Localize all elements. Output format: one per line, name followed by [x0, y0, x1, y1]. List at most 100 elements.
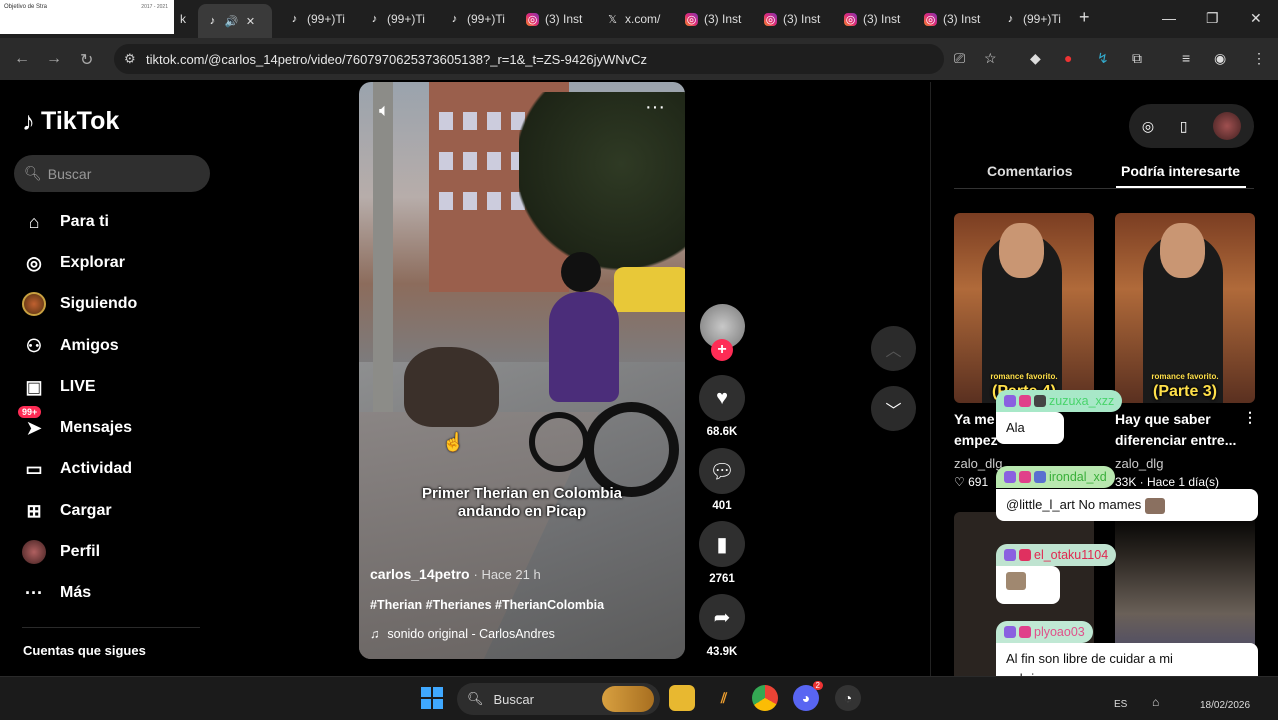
recommended-title[interactable]: Hay que saber diferenciar entre... [1115, 409, 1236, 451]
chat-username: irondal_xd [1049, 470, 1107, 484]
share-button[interactable]: ➦ [699, 594, 745, 640]
extension-icon[interactable]: ◆ [1030, 50, 1041, 67]
network-icon[interactable]: ⌂ [1152, 695, 1159, 709]
chat-message [996, 566, 1060, 604]
recommended-title[interactable]: Ya me empez [954, 409, 998, 451]
tab-x[interactable]: 𝕏x.com/ [598, 6, 674, 32]
comment-icon: 💬︎ [709, 460, 735, 483]
video-hashtags[interactable]: #Therian #Therianes #TherianColombia [370, 598, 604, 612]
comment-button[interactable]: 💬︎ [699, 448, 745, 494]
app-icon[interactable]: ⫽ [711, 685, 737, 711]
maximize-icon[interactable]: ❐ [1206, 10, 1219, 27]
search-input[interactable]: 🔍︎ Buscar [14, 155, 210, 192]
extension-red-icon[interactable]: ● [1064, 50, 1072, 66]
tab-label: (3) Inst [783, 12, 821, 26]
tiktok-logo[interactable]: ♪ TikTok [22, 106, 119, 137]
tab-instagram-4[interactable]: ◎ (3) Inst [836, 6, 912, 32]
save-button[interactable]: ▮ [699, 521, 745, 567]
browser-menu-icon[interactable]: ⋮ [1252, 50, 1266, 67]
share-count: 43.9K [706, 646, 738, 658]
tab-tiktok-1[interactable]: ♪ (99+)Ti [280, 6, 356, 32]
compass-icon[interactable]: ◎ [1142, 118, 1154, 135]
mobile-icon[interactable]: ▯ [1180, 118, 1188, 135]
user-avatar[interactable] [1213, 112, 1242, 140]
speaker-icon[interactable]: 🔊 [225, 15, 239, 28]
close-window-icon[interactable]: ✕ [1250, 10, 1262, 27]
nav-explorar[interactable]: ◎ Explorar [22, 251, 125, 275]
discord-icon[interactable]: ◕ 2 [793, 681, 823, 711]
more-icon: ··· [25, 582, 43, 603]
media-controls-icon[interactable]: ≡ [1182, 50, 1190, 66]
tab-instagram-3[interactable]: ◎ (3) Inst [756, 6, 832, 32]
windows-start-icon[interactable] [421, 687, 443, 709]
nav-mensajes[interactable]: ➤ 99+ Mensajes [18, 406, 132, 440]
tab-partial[interactable]: k [172, 6, 194, 32]
reload-icon[interactable]: ↻ [80, 50, 93, 70]
clock-date[interactable]: 18/02/2026 [1200, 700, 1250, 711]
tab-comentarios[interactable]: Comentarios [987, 163, 1073, 179]
tab-active[interactable]: ♪ 🔊 ✕ [198, 4, 272, 38]
recommended-author[interactable]: zalo_dlg [954, 456, 1002, 471]
title-line: Hay que saber [1115, 411, 1211, 427]
forward-icon[interactable]: → [46, 50, 62, 68]
nav-mas[interactable]: ··· Más [22, 581, 91, 605]
app-icon-2[interactable]: ◔ [835, 685, 861, 711]
search-highlight-image [602, 686, 654, 712]
close-tab-icon[interactable]: ✕ [244, 15, 257, 28]
install-app-icon[interactable]: ⎚ [954, 50, 965, 67]
nav-label: Siguiendo [60, 295, 138, 312]
volume-icon[interactable]: 🔈︎ [379, 100, 390, 121]
nav-label: LIVE [60, 378, 96, 395]
next-video-button[interactable]: ﹀ [871, 386, 916, 431]
video-sound[interactable]: ♫ sonido original - CarlosAndres [370, 627, 555, 641]
chat-badge-icon [1019, 626, 1031, 638]
video-author[interactable]: carlos_14petro [370, 566, 470, 582]
tab-tiktok-3[interactable]: ♪ (99+)Ti [440, 6, 516, 32]
chrome-icon[interactable] [752, 685, 778, 711]
like-button[interactable]: ♥ [699, 375, 745, 421]
previous-video-button[interactable]: ︿ [871, 326, 916, 371]
video-more-icon[interactable]: ··· [645, 96, 665, 119]
tab-tiktok-4[interactable]: ♪ (99+)Ti [996, 6, 1072, 32]
follow-plus-icon[interactable]: + [711, 339, 733, 361]
extensions-puzzle-icon[interactable]: ⧉ [1132, 50, 1142, 67]
nav-amigos[interactable]: ⚇ Amigos [22, 334, 119, 358]
new-tab-icon[interactable]: + [1079, 7, 1090, 28]
nav-actividad[interactable]: ▭ Actividad [22, 457, 132, 481]
profile-avatar-icon[interactable]: ◉ [1214, 50, 1226, 67]
chat-badge-icon [1019, 549, 1031, 561]
chevron-down-icon: ﹀ [885, 402, 902, 420]
extension-translate-icon[interactable]: ↯ [1097, 50, 1109, 67]
video-player[interactable]: 🔈︎ ··· Primer Therian en Colombia andand… [359, 82, 685, 659]
tab-instagram-5[interactable]: ◎ (3) Inst [916, 6, 992, 32]
url-field[interactable]: ⚙ tiktok.com/@carlos_14petro/video/76079… [114, 44, 944, 74]
chat-badge-icon [1019, 471, 1031, 483]
file-explorer-icon[interactable] [669, 685, 695, 711]
instagram-icon: ◎ [685, 12, 698, 26]
nav-siguiendo[interactable]: Siguiendo [22, 292, 137, 316]
recommended-more-icon[interactable]: ⋮ [1243, 407, 1257, 428]
bookmark-star-icon[interactable]: ☆ [984, 50, 997, 67]
site-settings-icon[interactable]: ⚙ [124, 51, 136, 67]
taskbar-search[interactable]: 🔍︎ Buscar [457, 683, 660, 715]
tab-podria-interesarte[interactable]: Podría interesarte [1121, 163, 1240, 179]
thumb-label: (Parte 3) [1152, 383, 1218, 400]
language-indicator[interactable]: ES [1114, 699, 1127, 710]
nav-cargar[interactable]: ⊞ Cargar [22, 499, 111, 523]
recommended-author[interactable]: zalo_dlg [1115, 456, 1163, 471]
video-author-line[interactable]: carlos_14petro · Hace 21 h [370, 566, 541, 582]
tab-instagram-2[interactable]: ◎ (3) Inst [677, 6, 753, 32]
minimize-icon[interactable]: — [1162, 10, 1176, 26]
nav-para-ti[interactable]: ⌂ Para ti [22, 210, 109, 234]
nav-perfil[interactable]: Perfil [22, 540, 100, 564]
nav-live[interactable]: ▣ LIVE [22, 375, 96, 399]
video-time: · Hace 21 h [473, 567, 541, 582]
tab-instagram-1[interactable]: ◎ (3) Inst [518, 6, 594, 32]
back-icon[interactable]: ← [14, 50, 30, 68]
tab-tiktok-2[interactable]: ♪ (99+)Ti [360, 6, 436, 32]
recommended-thumbnail[interactable]: romance favorito. (Parte 3) [1115, 213, 1255, 403]
tiktok-icon: ♪ [1007, 13, 1014, 25]
recommended-thumbnail[interactable]: romance favorito. (Parte 4) [954, 213, 1094, 403]
tab-preview-thumbnail[interactable]: Objetivo de Stra 2017 - 2021 [0, 0, 174, 34]
instagram-icon: ◎ [526, 12, 539, 26]
